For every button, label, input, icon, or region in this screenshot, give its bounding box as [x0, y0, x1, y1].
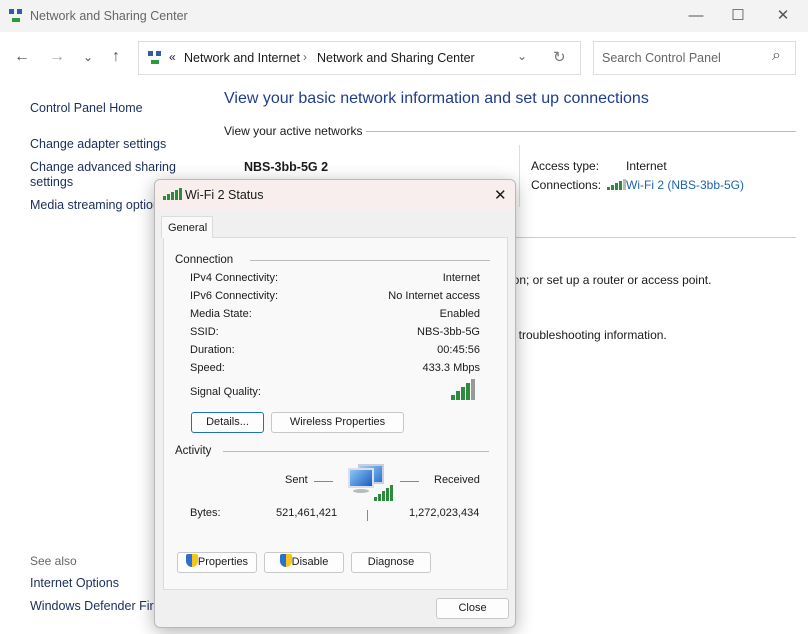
access-type-label: Access type:: [531, 159, 600, 173]
network-center-icon: [9, 9, 23, 23]
window-title: Network and Sharing Center: [30, 9, 188, 23]
connection-link[interactable]: Wi-Fi 2 (NBS-3bb-5G): [626, 178, 744, 192]
dialog-title: Wi-Fi 2 Status: [185, 188, 264, 202]
sidebar-item-media-streaming[interactable]: Media streaming options: [30, 198, 166, 212]
sidebar-item-control-panel-home[interactable]: Control Panel Home: [30, 101, 143, 115]
received-line: [400, 481, 419, 482]
bytes-received: 1,272,023,434: [409, 507, 480, 519]
row-value: NBS-3bb-5G: [417, 326, 480, 338]
sidebar-item-change-adapter-settings[interactable]: Change adapter settings: [30, 137, 166, 151]
disable-label: Disable: [291, 556, 329, 568]
info-row: IPv4 Connectivity: Internet: [190, 272, 480, 284]
signal-bar: [466, 383, 470, 400]
properties-label: Properties: [197, 556, 249, 568]
sent-label: Sent: [285, 474, 308, 486]
wifi-signal-icon: [607, 179, 626, 190]
back-button[interactable]: ←: [12, 47, 32, 67]
wireless-properties-button[interactable]: Wireless Properties: [271, 412, 404, 433]
signal-bar: [461, 387, 465, 400]
signal-row: Signal Quality:: [190, 386, 480, 398]
refresh-button[interactable]: ↻: [553, 48, 566, 66]
maximize-button[interactable]: ☐: [728, 6, 748, 26]
bytes-divider: [367, 510, 368, 521]
troubleshoot-text: t troubleshooting information.: [512, 328, 667, 342]
row-label: Speed:: [190, 362, 225, 374]
tab-general[interactable]: General: [161, 216, 213, 238]
access-type-value: Internet: [626, 159, 667, 173]
bytes-label: Bytes:: [190, 507, 221, 519]
received-label: Received: [434, 474, 480, 486]
vertical-divider: [519, 145, 520, 207]
uac-shield-icon: [185, 554, 198, 567]
divider: [366, 131, 796, 132]
row-label: SSID:: [190, 326, 219, 338]
close-window-button[interactable]: ✕: [773, 6, 793, 26]
row-label: IPv4 Connectivity:: [190, 272, 279, 284]
title-bar: Network and Sharing Center — ☐ ✕: [0, 0, 808, 32]
info-row: IPv6 Connectivity: No Internet access: [190, 290, 480, 302]
breadcrumb-overflow[interactable]: «: [169, 50, 176, 64]
sent-line: [314, 481, 333, 482]
page-title: View your basic network information and …: [224, 90, 649, 107]
location-icon: [148, 51, 162, 65]
signal-bar: [456, 391, 460, 400]
address-dropdown-button[interactable]: ⌄: [517, 49, 527, 63]
signal-label: Signal Quality:: [190, 386, 261, 398]
row-label: Duration:: [190, 344, 235, 356]
up-button[interactable]: ↑: [106, 47, 126, 67]
see-also-label: See also: [30, 554, 77, 568]
signal-quality-icon: [451, 379, 475, 400]
group-divider: [223, 451, 489, 452]
dialog-close-icon[interactable]: ✕: [494, 186, 507, 204]
breadcrumb-separator[interactable]: ›: [303, 50, 307, 64]
network-name: NBS-3bb-5G 2: [244, 160, 329, 174]
setup-connection-text: ion; or set up a router or access point.: [510, 273, 712, 287]
diagnose-button[interactable]: Diagnose: [351, 552, 431, 573]
divider: [500, 237, 796, 238]
details-button[interactable]: Details...: [191, 412, 264, 433]
search-input[interactable]: Search Control Panel: [602, 51, 721, 65]
search-box[interactable]: Search Control Panel ⌕: [593, 41, 796, 75]
info-row: Speed: 433.3 Mbps: [190, 362, 480, 374]
search-icon[interactable]: ⌕: [772, 47, 781, 65]
connection-group-label: Connection: [175, 254, 234, 266]
info-row: Media State: Enabled: [190, 308, 480, 320]
signal-bar: [451, 395, 455, 400]
close-button[interactable]: Close: [436, 598, 509, 619]
row-value: No Internet access: [388, 290, 480, 302]
general-tab-panel: Connection IPv4 Connectivity: Internet IP…: [163, 237, 508, 590]
row-value: 00:45:56: [437, 344, 480, 356]
disable-button[interactable]: Disable: [264, 552, 344, 573]
connections-label: Connections:: [531, 178, 602, 192]
wifi-signal-icon: [374, 485, 393, 501]
minimize-button[interactable]: —: [686, 6, 706, 26]
recent-locations-button[interactable]: ⌄: [78, 47, 98, 67]
breadcrumb-network-and-internet[interactable]: Network and Internet: [184, 51, 300, 65]
properties-button[interactable]: Properties: [177, 552, 257, 573]
active-networks-label: View your active networks: [224, 124, 363, 138]
row-value: Internet: [442, 272, 480, 284]
uac-shield-icon: [279, 554, 292, 567]
row-value: 433.3 Mbps: [422, 362, 480, 374]
row-value: Enabled: [439, 308, 480, 320]
group-divider: [250, 260, 490, 261]
row-label: IPv6 Connectivity:: [190, 290, 279, 302]
bytes-sent: 521,461,421: [276, 507, 338, 519]
address-bar[interactable]: « Network and Internet › Network and Sha…: [138, 41, 581, 75]
wifi-status-dialog: Wi-Fi 2 Status ✕ Connection IPv4 Connect…: [154, 179, 516, 628]
wifi-signal-icon: [163, 188, 182, 200]
see-also-internet-options[interactable]: Internet Options: [30, 576, 119, 590]
info-row: Duration: 00:45:56: [190, 344, 480, 356]
signal-bar: [471, 379, 475, 400]
activity-group-label: Activity: [175, 445, 212, 457]
forward-button[interactable]: →: [47, 47, 67, 67]
dialog-title-bar: Wi-Fi 2 Status ✕: [155, 180, 515, 210]
row-label: Media State:: [190, 308, 252, 320]
breadcrumb-network-sharing-center[interactable]: Network and Sharing Center: [317, 51, 475, 65]
info-row: SSID: NBS-3bb-5G: [190, 326, 480, 338]
